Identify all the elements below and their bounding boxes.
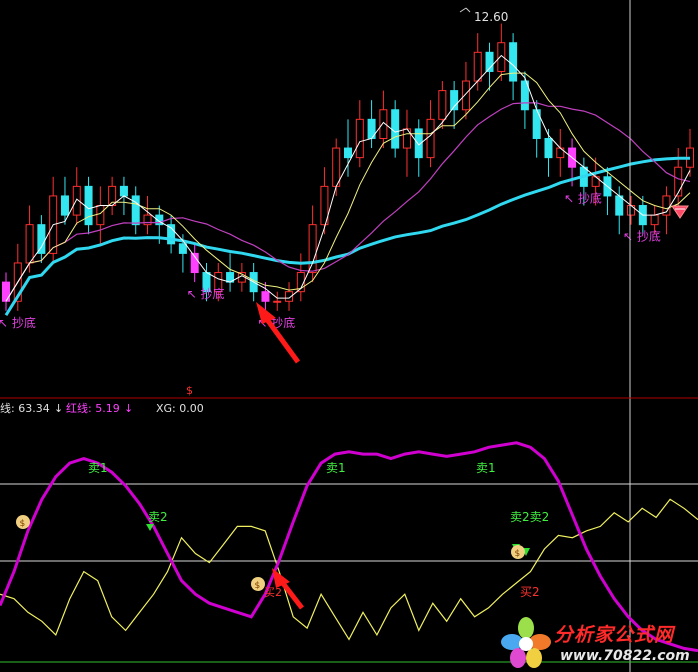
watermark-url: www.70822.com xyxy=(560,648,690,664)
line2-arrow: ↓ xyxy=(124,402,133,415)
sell1-label-c: 卖1 xyxy=(476,461,496,475)
flower-logo-icon xyxy=(501,617,551,668)
sell2-label: 卖2 xyxy=(148,510,168,524)
buy2-small-label: 买2 xyxy=(264,586,282,599)
candle-body xyxy=(178,243,187,254)
sell1-label-b: 卖1 xyxy=(326,461,346,475)
xg-label: XG: 0.00 xyxy=(156,402,204,415)
candle-body xyxy=(426,118,435,159)
candle-body xyxy=(509,42,518,82)
watermark-title: 分析家公式网 xyxy=(554,624,675,646)
candle-body xyxy=(615,195,624,216)
high-price-label: 12.60 xyxy=(474,10,508,24)
candle-body xyxy=(273,300,282,303)
chart-stage: ↖ 抄底↖ 抄底↖ 抄底↖ 抄底↖ 抄底 12.60 $ 线: 63.34 ↓ … xyxy=(0,0,698,672)
candle-body xyxy=(143,214,152,226)
candle-body xyxy=(344,147,352,159)
line1-label: 线: 63.34 xyxy=(0,401,50,415)
candle-body xyxy=(119,185,128,197)
candle-body xyxy=(37,224,46,254)
svg-text:$: $ xyxy=(255,581,261,591)
candlestick-series xyxy=(2,23,694,311)
moneybag-icon-c: $ xyxy=(511,545,525,559)
sell1-label-a: 卖1 xyxy=(88,461,108,475)
candle-body xyxy=(60,195,69,216)
candle-body xyxy=(438,90,447,120)
moneybag-icon-a: $ xyxy=(16,515,30,529)
bottom-signal-label: ↖ 抄底 xyxy=(0,315,36,330)
dollar-marker: $ xyxy=(186,384,193,397)
candle-body xyxy=(461,80,470,111)
svg-text:$: $ xyxy=(20,519,26,529)
bottom-signal-label: ↖ 抄底 xyxy=(187,286,225,301)
candle-body xyxy=(84,185,93,226)
red-arrow-annotation-top xyxy=(256,302,301,364)
moneybag-icon-b: $ xyxy=(251,577,265,591)
svg-text:$: $ xyxy=(515,549,521,559)
candle-body xyxy=(332,147,341,187)
candle-body xyxy=(355,118,364,159)
line1-arrow: ↓ xyxy=(54,402,63,415)
buy2-label: 买2 xyxy=(520,585,540,599)
indicator-header: 线: 63.34 ↓ 红线: 5.19 ↓ XG: 0.00 xyxy=(0,401,204,415)
candle-body xyxy=(391,109,400,149)
sell2-double-label: 卖2卖2 xyxy=(510,510,549,524)
candle-body xyxy=(131,195,140,226)
bottom-signal-label: ↖ 抄底 xyxy=(564,190,602,205)
price-panel: ↖ 抄底↖ 抄底↖ 抄底↖ 抄底↖ 抄底 12.60 xyxy=(0,7,694,364)
candle-body xyxy=(25,224,34,264)
candle-body xyxy=(473,51,482,82)
candle-body xyxy=(261,291,270,302)
candle-body xyxy=(544,137,553,159)
bottom-signal-label: ↖ 抄底 xyxy=(623,229,661,244)
candle-body xyxy=(308,224,317,274)
watermark-logo: 分析家公式网 www.70822.com xyxy=(500,614,696,670)
candle-body xyxy=(96,205,105,226)
warning-triangle-icon xyxy=(671,205,689,219)
high-price-marker: 12.60 xyxy=(459,7,508,24)
candle-body xyxy=(650,214,659,226)
line2-label: 红线: 5.19 xyxy=(66,401,120,415)
